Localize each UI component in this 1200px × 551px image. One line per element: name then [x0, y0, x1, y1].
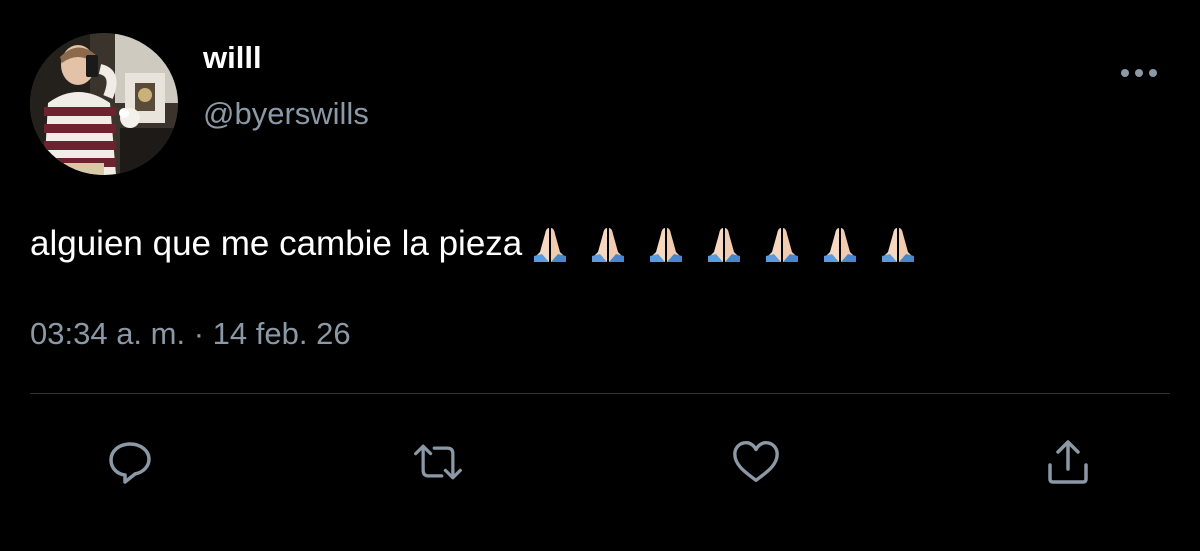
- display-name[interactable]: willl: [203, 40, 262, 76]
- more-options-button[interactable]: [1114, 58, 1164, 88]
- avatar-photo: [30, 33, 178, 175]
- reply-icon: [109, 442, 151, 484]
- tweet-body: alguien que me cambie la pieza: [30, 224, 523, 263]
- emoji-row: [530, 224, 918, 264]
- folded-hands-icon: [592, 228, 625, 262]
- retweet-button[interactable]: [412, 436, 464, 488]
- timestamp-separator: ·: [193, 316, 205, 351]
- folded-hands-icon: [824, 228, 857, 262]
- folded-hands-icon: [708, 228, 741, 262]
- share-icon: [1048, 440, 1088, 484]
- avatar[interactable]: [30, 33, 178, 175]
- like-button[interactable]: [730, 436, 782, 488]
- reply-button[interactable]: [104, 436, 156, 488]
- folded-hands-icon: [766, 228, 799, 262]
- divider: [30, 393, 1170, 394]
- tweet-date: 14 feb. 26: [212, 316, 351, 351]
- folded-hands-icon: [650, 228, 683, 262]
- tweet-text: alguien que me cambie la pieza: [30, 222, 918, 266]
- tweet-card: willl @byerswills alguien que me cambie …: [0, 0, 1200, 551]
- heart-icon: [733, 441, 779, 482]
- retweet-icon: [414, 444, 462, 480]
- folded-hands-icon: [882, 228, 915, 262]
- folded-hands-icon: [534, 228, 567, 262]
- share-button[interactable]: [1042, 436, 1094, 488]
- tweet-time: 03:34 a. m.: [30, 316, 186, 351]
- tweet-timestamp[interactable]: 03:34 a. m. · 14 feb. 26: [30, 316, 351, 352]
- user-handle[interactable]: @byerswills: [203, 96, 369, 132]
- more-dots-icon: [1121, 69, 1157, 77]
